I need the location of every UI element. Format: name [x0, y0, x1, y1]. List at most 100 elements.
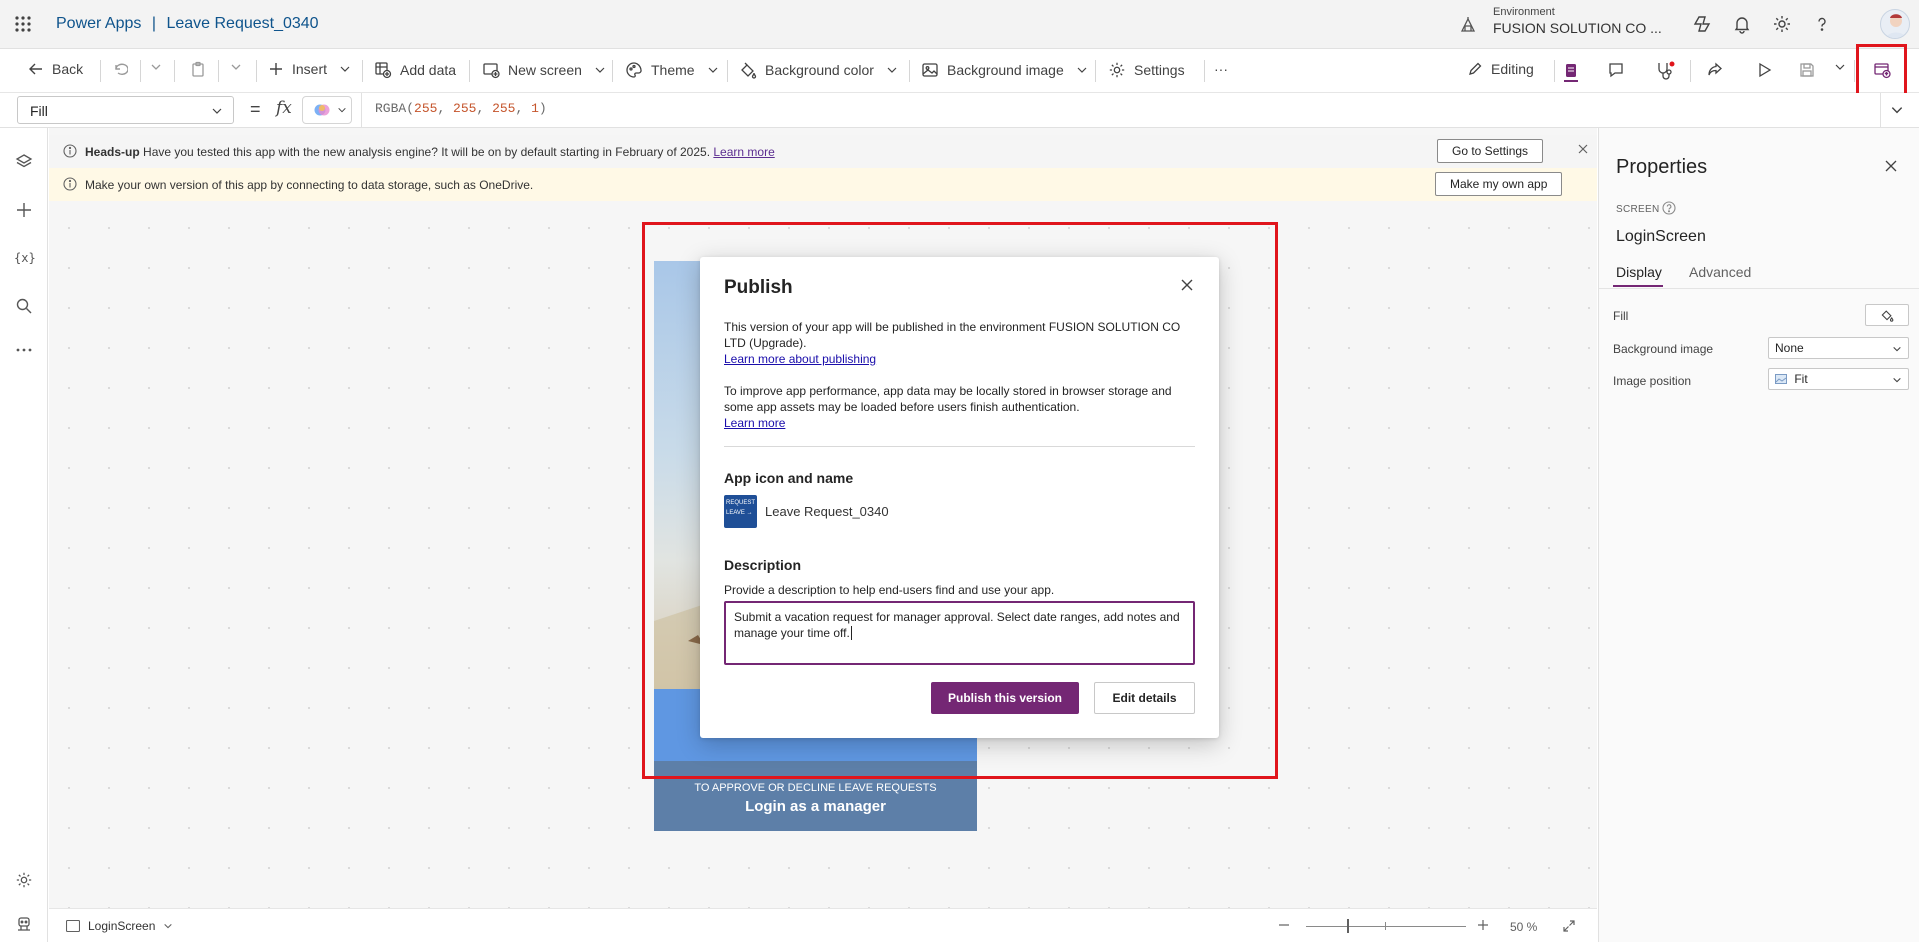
formula-arg-r: 255	[414, 101, 438, 116]
equals-sign: =	[250, 99, 261, 119]
search-icon[interactable]	[12, 294, 36, 318]
header-actions	[1690, 12, 1834, 36]
zoom-out-icon[interactable]	[1277, 918, 1291, 932]
screen-picker[interactable]: LoginScreen	[66, 919, 173, 933]
formula-input[interactable]: RGBA(255, 255, 255, 1)	[361, 93, 1881, 127]
info-icon	[63, 144, 77, 158]
app-icon-line2: LEAVE →	[726, 510, 753, 516]
divider	[140, 60, 141, 82]
fx-icon[interactable]: fx	[276, 98, 292, 118]
top-header: Power Apps | Leave Request_0340 Environm…	[0, 0, 1919, 49]
more-commands-button[interactable]: ···	[1214, 61, 1228, 77]
add-data-button[interactable]: Add data	[374, 61, 456, 79]
save-icon	[1800, 63, 1814, 77]
chevron-down-icon	[708, 67, 718, 73]
app-title[interactable]: Power Apps | Leave Request_0340	[56, 15, 319, 33]
pencil-icon	[1469, 62, 1482, 75]
publish-this-version-button[interactable]: Publish this version	[931, 682, 1079, 714]
close-icon[interactable]	[1179, 277, 1195, 293]
app-icon-line1: REQUEST	[726, 500, 756, 506]
help-circle-icon[interactable]	[1662, 201, 1676, 215]
background-image-select[interactable]: None	[1768, 337, 1909, 359]
storage-notice: Make your own version of this app by con…	[49, 168, 1597, 201]
description-textarea[interactable]: Submit a vacation request for manager ap…	[724, 601, 1195, 665]
divider	[1095, 60, 1096, 82]
tree-view-layers-icon[interactable]	[12, 150, 36, 174]
environment-icon[interactable]	[1459, 16, 1477, 34]
settings-button[interactable]: Settings	[1108, 61, 1185, 79]
insert-plus-icon[interactable]	[12, 198, 36, 222]
dismiss-notice-icon[interactable]	[1577, 143, 1589, 155]
fill-label: Fill	[1613, 309, 1629, 323]
help-icon[interactable]	[1810, 12, 1834, 36]
divider	[1204, 60, 1205, 82]
settings-gear-icon[interactable]	[1770, 12, 1794, 36]
image-position-select[interactable]: Fit	[1768, 368, 1909, 390]
zoom-slider-track[interactable]	[1306, 926, 1466, 927]
chevron-down-icon	[595, 67, 605, 73]
property-value: Fill	[30, 103, 48, 119]
health-checker-button[interactable]	[1655, 61, 1675, 81]
active-tab-indicator	[1613, 285, 1663, 287]
zoom-in-icon[interactable]	[1476, 918, 1490, 932]
divider	[100, 60, 101, 82]
learn-more-link[interactable]: Learn more	[724, 416, 785, 430]
chevron-down-icon	[164, 923, 173, 929]
more-options-icon[interactable]	[12, 338, 36, 362]
editing-mode-button[interactable]: Editing	[1467, 61, 1534, 77]
copilot-formula-button[interactable]	[302, 96, 352, 124]
title-separator: |	[151, 15, 156, 32]
property-selector[interactable]: Fill	[17, 96, 234, 124]
new-screen-button[interactable]: New screen	[482, 61, 606, 79]
learn-more-publishing-link[interactable]: Learn more about publishing	[724, 352, 876, 366]
background-image-value: None	[1775, 341, 1804, 355]
variables-icon[interactable]: {x}	[12, 246, 36, 270]
go-to-settings-button[interactable]: Go to Settings	[1437, 139, 1544, 163]
zoom-slider-thumb[interactable]	[1347, 919, 1349, 933]
undo-button[interactable]	[112, 61, 128, 77]
redo-dropdown[interactable]	[150, 61, 162, 73]
publish-dialog: Publish This version of your app will be…	[700, 257, 1219, 738]
screen-picker-label: LoginScreen	[88, 919, 156, 933]
headsup-learn-more-link[interactable]: Learn more	[713, 145, 774, 159]
copilot-icon[interactable]	[1690, 12, 1714, 36]
virtual-agent-icon[interactable]	[12, 912, 36, 936]
manager-title: Login as a manager	[745, 798, 886, 815]
save-dropdown[interactable]	[1834, 61, 1846, 73]
preview-play-button[interactable]	[1755, 61, 1773, 79]
chevron-down-icon	[212, 108, 222, 114]
background-color-button[interactable]: Background color	[739, 61, 898, 79]
app-icon[interactable]: REQUEST LEAVE →	[724, 495, 757, 528]
settings-gear-rail-icon[interactable]	[12, 868, 36, 892]
paste-dropdown[interactable]	[230, 61, 242, 73]
expand-formula-icon[interactable]	[1890, 103, 1904, 117]
theme-button[interactable]: Theme	[625, 61, 719, 79]
divider	[909, 60, 910, 82]
gear-icon	[1109, 62, 1125, 78]
back-button[interactable]: Back	[28, 61, 83, 77]
paste-button[interactable]	[190, 61, 206, 77]
app-checker-book-button[interactable]	[1562, 61, 1580, 83]
tab-display[interactable]: Display	[1616, 264, 1662, 280]
edit-details-button[interactable]: Edit details	[1094, 682, 1195, 714]
close-icon[interactable]	[1884, 159, 1898, 173]
save-button[interactable]	[1798, 61, 1816, 79]
background-image-button[interactable]: Background image	[921, 61, 1088, 79]
notifications-icon[interactable]	[1730, 12, 1754, 36]
tab-advanced[interactable]: Advanced	[1689, 264, 1751, 280]
new-screen-label: New screen	[508, 62, 582, 78]
fill-color-picker[interactable]	[1865, 304, 1909, 326]
command-bar: Back Insert Add data New screen Theme Ba…	[0, 49, 1919, 93]
divider	[1690, 60, 1691, 82]
make-my-own-app-button[interactable]: Make my own app	[1435, 172, 1563, 196]
divider	[256, 60, 257, 82]
comments-button[interactable]	[1607, 61, 1625, 79]
insert-button[interactable]: Insert	[268, 61, 351, 77]
screen-name[interactable]: LoginScreen	[1616, 228, 1706, 246]
environment-name[interactable]: FUSION SOLUTION CO ...	[1493, 20, 1662, 36]
user-avatar[interactable]	[1880, 9, 1910, 39]
app-launcher-icon[interactable]	[14, 15, 32, 33]
share-button[interactable]	[1706, 61, 1724, 79]
chevron-down-icon	[231, 64, 241, 70]
fit-to-window-icon[interactable]	[1562, 919, 1576, 933]
